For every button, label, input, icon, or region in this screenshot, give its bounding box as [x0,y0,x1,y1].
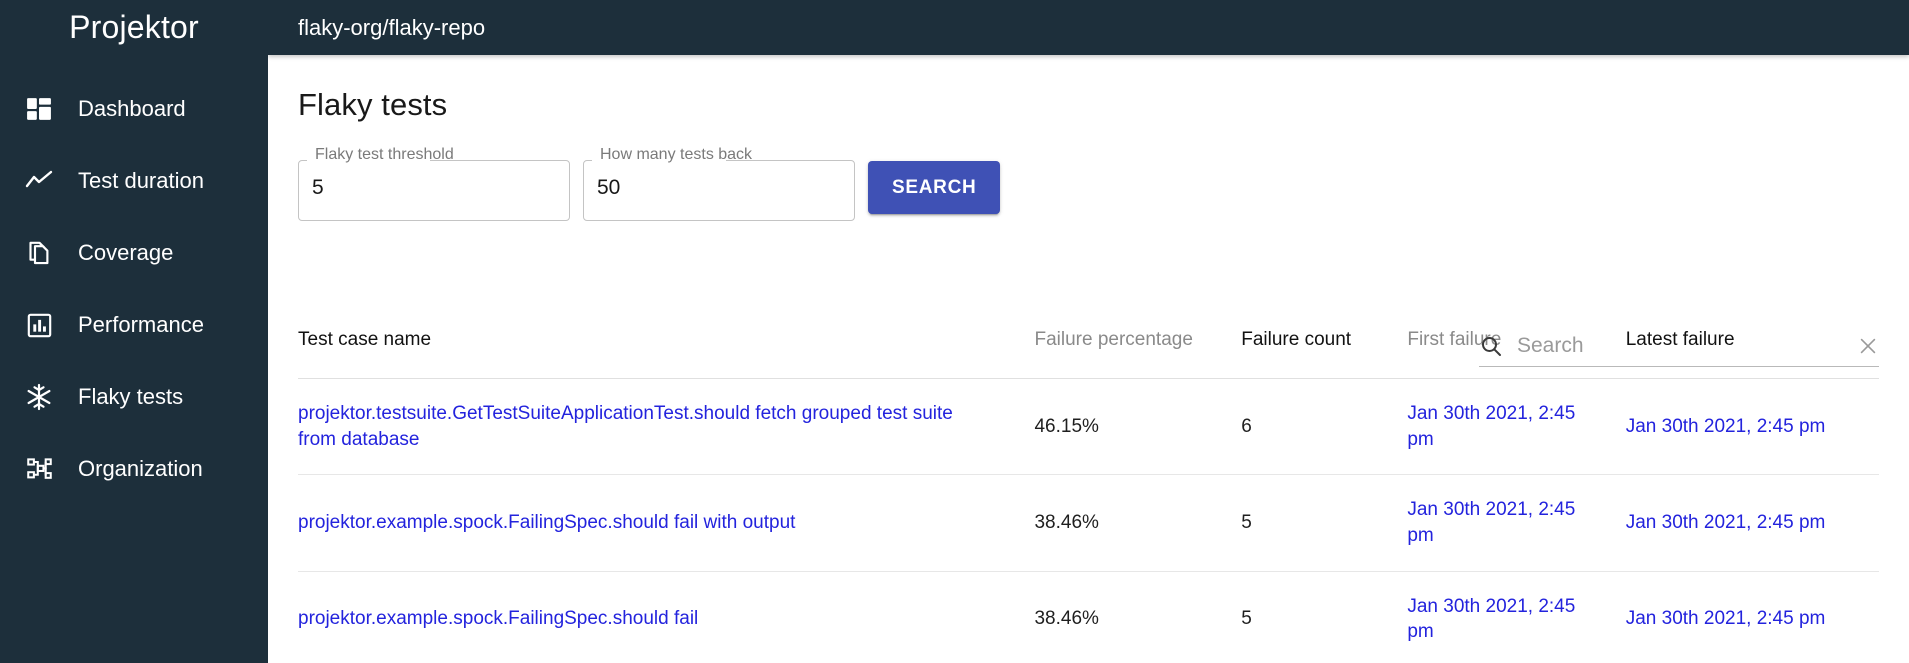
latest-failure-link[interactable]: Jan 30th 2021, 2:45 pm [1626,608,1826,629]
app-brand-title: Projektor [69,9,199,45]
copy-documents-icon [22,236,56,270]
sidebar-item-coverage[interactable]: Coverage [0,217,268,289]
cell-test-case-name: projektor.testsuite.GetTestSuiteApplicat… [298,378,1035,476]
search-input[interactable] [1517,333,1847,358]
test-case-link[interactable]: projektor.testsuite.GetTestSuiteApplicat… [298,403,953,450]
cell-failure-count: 5 [1241,571,1408,663]
app-root: Projektor Dashboard Test duration Covera… [0,0,1909,663]
sidebar-item-organization[interactable]: Organization [0,433,268,505]
latest-failure-link[interactable]: Jan 30th 2021, 2:45 pm [1626,512,1826,533]
flaky-threshold-label: Flaky test threshold [315,146,454,163]
cell-latest-failure: Jan 30th 2021, 2:45 pm [1625,378,1879,476]
cell-failure-percentage: 38.46% [1034,571,1242,663]
sidebar-nav: Dashboard Test duration Coverage Perform… [0,55,268,505]
sidebar-item-label: Organization [78,456,203,481]
cell-failure-count: 6 [1241,378,1408,476]
flaky-threshold-field[interactable]: Flaky test threshold Flaky test threshol… [298,146,570,221]
sidebar: Projektor Dashboard Test duration Covera… [0,0,268,663]
search-icon [1479,334,1503,358]
table-row: projektor.example.spock.FailingSpec.shou… [298,474,1879,572]
page-content: Flaky tests Flaky test threshold Flaky t… [268,87,1909,663]
test-case-link[interactable]: projektor.example.spock.FailingSpec.shou… [298,512,795,533]
page-title: Flaky tests [298,87,448,122]
cell-test-case-name: projektor.example.spock.FailingSpec.shou… [298,571,1035,663]
sidebar-item-flaky-tests[interactable]: Flaky tests [0,361,268,433]
sidebar-item-label: Flaky tests [78,384,184,409]
cell-failure-count: 5 [1241,474,1408,572]
main-area: flaky-org/flaky-repo Flaky tests Flaky t… [268,0,1909,663]
cell-first-failure: Jan 30th 2021, 2:45 pm [1407,378,1626,476]
filter-form: Flaky test threshold Flaky test threshol… [298,146,1909,221]
tests-back-field[interactable]: How many tests back How many tests back [583,146,855,221]
bar-chart-icon [22,308,56,342]
cell-test-case-name: projektor.example.spock.FailingSpec.shou… [298,474,1035,572]
first-failure-link[interactable]: Jan 30th 2021, 2:45 pm [1407,403,1575,450]
table-row: projektor.example.spock.FailingSpec.shou… [298,571,1879,663]
table-row: projektor.testsuite.GetTestSuiteApplicat… [298,378,1879,476]
dashboard-icon [22,92,56,126]
column-header-failure-percentage[interactable]: Failure percentage [1034,301,1242,379]
table-body: projektor.testsuite.GetTestSuiteApplicat… [298,378,1879,663]
sitemap-icon [22,452,56,486]
column-header-failure-count[interactable]: Failure count [1241,301,1408,379]
sidebar-item-label: Dashboard [78,96,186,121]
line-chart-icon [22,164,56,198]
first-failure-link[interactable]: Jan 30th 2021, 2:45 pm [1407,596,1575,643]
table-search-container [1479,325,1879,367]
first-failure-link[interactable]: Jan 30th 2021, 2:45 pm [1407,499,1575,546]
tests-back-label: How many tests back [600,146,753,163]
cell-first-failure: Jan 30th 2021, 2:45 pm [1407,474,1626,572]
sidebar-item-label: Coverage [78,240,174,265]
cell-first-failure: Jan 30th 2021, 2:45 pm [1407,571,1626,663]
latest-failure-link[interactable]: Jan 30th 2021, 2:45 pm [1626,416,1826,437]
sidebar-item-dashboard[interactable]: Dashboard [0,73,268,145]
column-header-test-case-name[interactable]: Test case name [298,301,1035,379]
test-case-link[interactable]: projektor.example.spock.FailingSpec.shou… [298,608,698,629]
search-button[interactable]: SEARCH [868,161,1001,214]
top-bar: flaky-org/flaky-repo [268,0,1909,55]
sidebar-item-test-duration[interactable]: Test duration [0,145,268,217]
cell-latest-failure: Jan 30th 2021, 2:45 pm [1625,474,1879,572]
repository-breadcrumb: flaky-org/flaky-repo [298,14,486,40]
sidebar-item-label: Performance [78,312,204,337]
cell-failure-percentage: 38.46% [1034,474,1242,572]
cell-failure-percentage: 46.15% [1034,378,1242,476]
clear-search-icon[interactable] [1847,335,1879,357]
sidebar-item-label: Test duration [78,168,204,193]
table-search-field[interactable] [1479,325,1879,367]
sidebar-item-performance[interactable]: Performance [0,289,268,361]
cell-latest-failure: Jan 30th 2021, 2:45 pm [1625,571,1879,663]
snowflake-icon [22,380,56,414]
